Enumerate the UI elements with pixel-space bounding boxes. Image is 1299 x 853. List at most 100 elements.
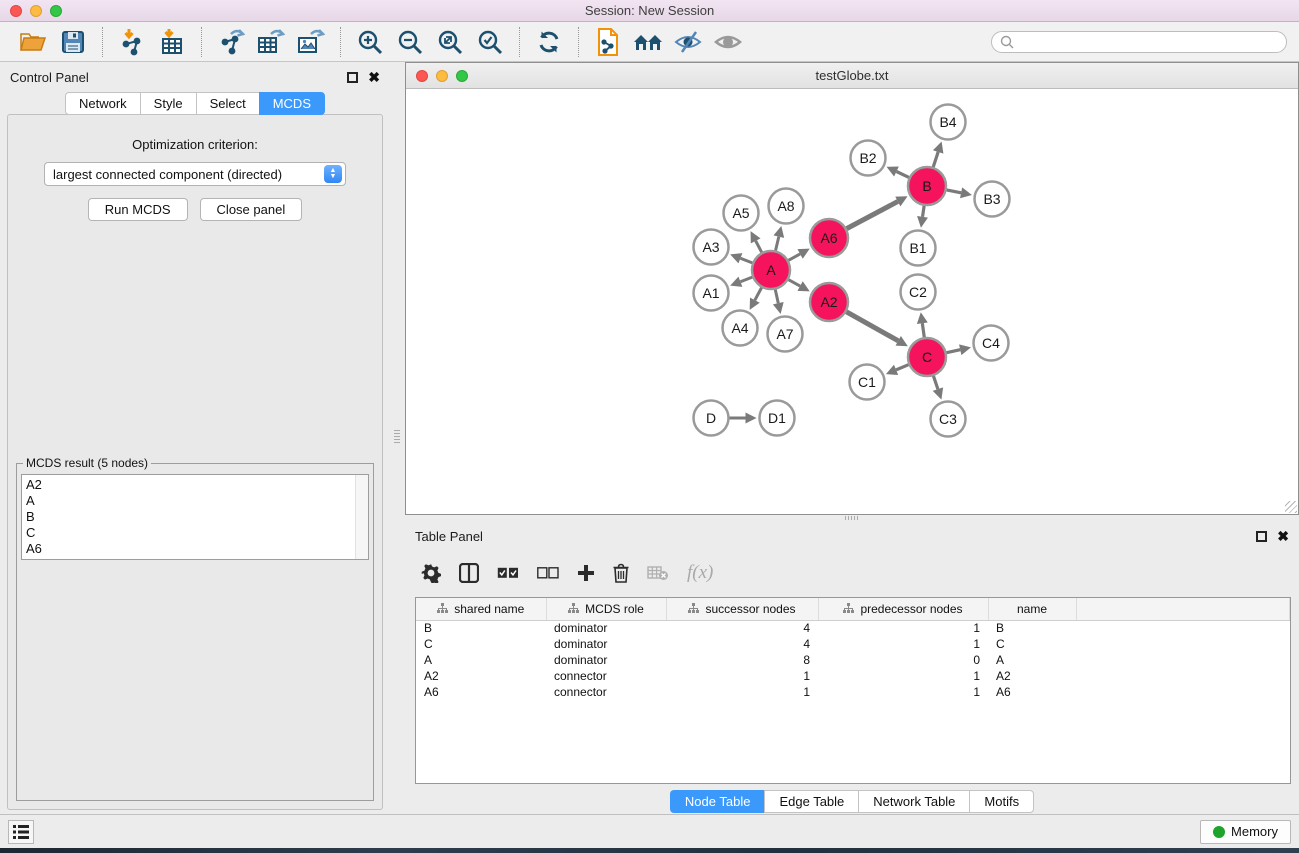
table-cell[interactable]: 1 — [818, 620, 988, 636]
graph-edge[interactable] — [789, 280, 801, 286]
result-item[interactable]: B — [26, 509, 364, 525]
tab-network[interactable]: Network — [65, 92, 140, 115]
graph-edge[interactable] — [776, 237, 779, 251]
run-mcds-button[interactable]: Run MCDS — [88, 198, 188, 221]
table-cell[interactable]: dominator — [546, 652, 666, 668]
table-row[interactable]: A6connector11A6 — [416, 684, 1290, 700]
graph-edge[interactable] — [756, 241, 762, 252]
close-panel-icon[interactable]: ✖ — [1277, 529, 1289, 543]
vertical-splitter[interactable] — [390, 62, 405, 814]
graph-edge[interactable] — [923, 206, 925, 217]
function-builder-button[interactable]: f(x) — [687, 562, 713, 584]
graph-edge[interactable] — [896, 172, 908, 178]
table-cell[interactable]: connector — [546, 684, 666, 700]
table-row[interactable]: Cdominator41C — [416, 636, 1290, 652]
task-history-button[interactable] — [8, 820, 34, 844]
network-from-file-button[interactable] — [593, 27, 623, 57]
tab-mcds[interactable]: MCDS — [259, 92, 325, 115]
result-item[interactable]: A6 — [26, 541, 364, 557]
table-cell[interactable]: A — [988, 652, 1076, 668]
table-cell[interactable]: A2 — [416, 668, 546, 684]
graph-edge[interactable] — [933, 152, 938, 167]
tab-style[interactable]: Style — [140, 92, 196, 115]
graph-edge[interactable] — [947, 350, 961, 353]
tab-node-table[interactable]: Node Table — [670, 790, 765, 813]
open-session-button[interactable] — [18, 27, 48, 57]
column-header[interactable]: MCDS role — [546, 598, 666, 620]
close-panel-icon[interactable]: ✖ — [368, 70, 380, 84]
table-cell[interactable]: dominator — [546, 620, 666, 636]
column-header[interactable]: successor nodes — [666, 598, 818, 620]
home-layouts-button[interactable] — [633, 27, 663, 57]
export-network-button[interactable] — [216, 27, 246, 57]
tab-edge-table[interactable]: Edge Table — [764, 790, 858, 813]
table-cell[interactable]: 1 — [666, 684, 818, 700]
export-image-button[interactable] — [296, 27, 326, 57]
network-canvas[interactable]: B4B2BB3A8A5A6A3B1AC2A1A2A4A7C4CC1C3DD1 — [406, 89, 1298, 514]
column-header[interactable]: name — [988, 598, 1076, 620]
table-cell[interactable]: dominator — [546, 636, 666, 652]
result-item[interactable]: A — [26, 493, 364, 509]
export-table-button[interactable] — [256, 27, 286, 57]
table-cell[interactable]: A6 — [416, 684, 546, 700]
hide-selected-button[interactable] — [673, 27, 703, 57]
table-cell[interactable]: A2 — [988, 668, 1076, 684]
graph-edge[interactable] — [947, 190, 962, 193]
memory-button[interactable]: Memory — [1200, 820, 1291, 844]
table-cell[interactable]: C — [988, 636, 1076, 652]
tab-motifs[interactable]: Motifs — [969, 790, 1034, 813]
tab-network-table[interactable]: Network Table — [858, 790, 969, 813]
zoom-fit-button[interactable] — [435, 27, 465, 57]
node-table[interactable]: shared nameMCDS rolesuccessor nodesprede… — [416, 598, 1290, 700]
save-session-button[interactable] — [58, 27, 88, 57]
column-header[interactable]: shared name — [416, 598, 546, 620]
result-item[interactable]: C — [26, 525, 364, 541]
table-cell[interactable]: 1 — [818, 684, 988, 700]
tab-select[interactable]: Select — [196, 92, 259, 115]
network-graph[interactable]: B4B2BB3A8A5A6A3B1AC2A1A2A4A7C4CC1C3DD1 — [406, 89, 1297, 513]
horizontal-splitter[interactable] — [405, 515, 1299, 521]
graph-edge[interactable] — [846, 312, 898, 341]
graph-edge[interactable] — [740, 277, 752, 282]
search-input[interactable] — [1014, 35, 1278, 49]
table-row[interactable]: A2connector11A2 — [416, 668, 1290, 684]
zoom-out-button[interactable] — [395, 27, 425, 57]
table-cell[interactable]: 8 — [666, 652, 818, 668]
result-list-scrollbar[interactable] — [355, 475, 368, 559]
table-cell[interactable]: 4 — [666, 636, 818, 652]
show-eye-button[interactable] — [713, 27, 743, 57]
graph-edge[interactable] — [847, 201, 898, 228]
table-cell[interactable]: 1 — [818, 668, 988, 684]
table-cell[interactable]: 1 — [666, 668, 818, 684]
mcds-result-list[interactable]: A2ABCA6 — [21, 474, 369, 560]
table-cell[interactable]: 4 — [666, 620, 818, 636]
add-column-button[interactable] — [577, 564, 595, 582]
graph-edge[interactable] — [775, 290, 778, 304]
deselect-all-button[interactable] — [537, 567, 559, 579]
split-column-button[interactable] — [459, 563, 479, 583]
delete-column-button[interactable] — [613, 563, 629, 583]
graph-edge[interactable] — [789, 254, 801, 260]
float-panel-icon[interactable] — [1256, 531, 1267, 542]
table-cell[interactable]: 0 — [818, 652, 988, 668]
table-cell[interactable]: B — [988, 620, 1076, 636]
zoom-selected-button[interactable] — [475, 27, 505, 57]
table-cell[interactable]: connector — [546, 668, 666, 684]
refresh-button[interactable] — [534, 27, 564, 57]
table-cell[interactable]: C — [416, 636, 546, 652]
search-field[interactable] — [991, 31, 1287, 53]
graph-edge[interactable] — [755, 288, 762, 301]
table-cell[interactable]: A6 — [988, 684, 1076, 700]
float-panel-icon[interactable] — [347, 72, 358, 83]
table-settings-button[interactable] — [421, 563, 441, 583]
table-cell[interactable]: 1 — [818, 636, 988, 652]
table-cell[interactable]: A — [416, 652, 546, 668]
column-header[interactable]: predecessor nodes — [818, 598, 988, 620]
graph-edge[interactable] — [740, 258, 752, 263]
import-table-button[interactable] — [157, 27, 187, 57]
zoom-in-button[interactable] — [355, 27, 385, 57]
delete-table-button[interactable] — [647, 565, 669, 581]
window-resize-grip[interactable] — [1285, 501, 1297, 513]
import-network-button[interactable] — [117, 27, 147, 57]
graph-edge[interactable] — [933, 376, 937, 389]
